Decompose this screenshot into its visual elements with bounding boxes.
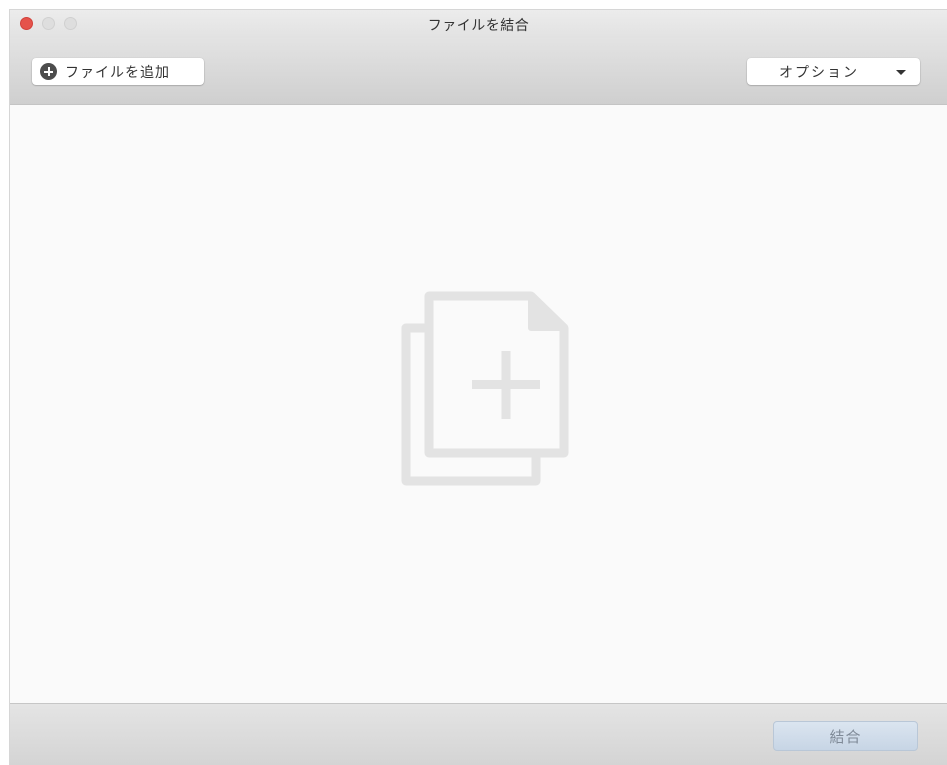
window-title: ファイルを結合 (427, 18, 530, 34)
toolbar: ファイルを追加 オプション (10, 38, 947, 105)
combine-button[interactable]: 結合 (773, 721, 918, 751)
add-files-label: ファイルを追加 (65, 64, 170, 81)
file-drop-area[interactable] (10, 105, 947, 703)
add-document-icon (401, 291, 569, 486)
title-bar[interactable]: ファイルを結合 (10, 10, 947, 38)
combine-files-window: ファイルを結合 ファイルを追加 オプション 結合 (9, 9, 947, 765)
options-dropdown[interactable]: オプション (747, 58, 920, 85)
add-circle-icon (40, 63, 57, 80)
minimize-window-button[interactable] (42, 17, 55, 30)
footer-bar: 結合 (10, 703, 947, 765)
options-label: オプション (779, 64, 859, 81)
chevron-down-icon (896, 70, 906, 75)
zoom-window-button[interactable] (64, 17, 77, 30)
close-window-button[interactable] (20, 17, 33, 30)
add-files-button[interactable]: ファイルを追加 (32, 58, 204, 85)
